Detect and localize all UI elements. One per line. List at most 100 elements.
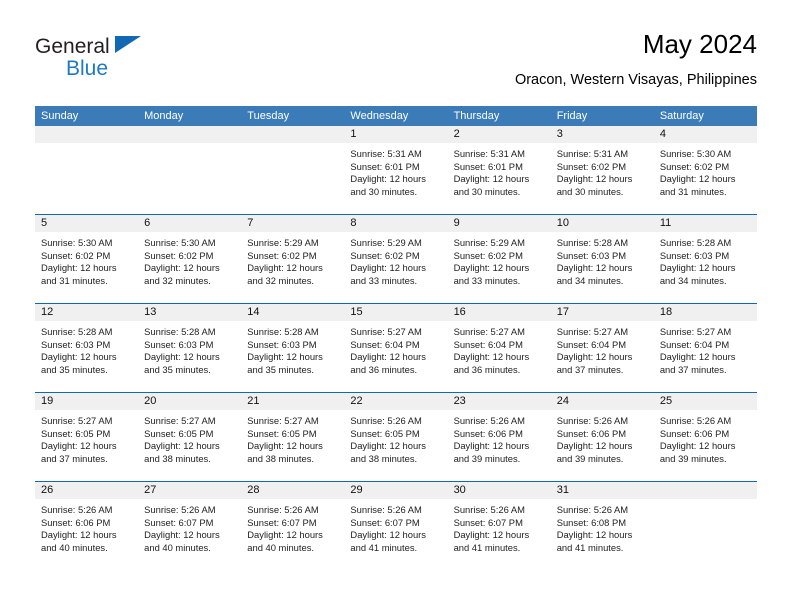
day-daylight-text: Daylight: 12 hours	[453, 440, 530, 452]
calendar-day-cell[interactable]: 30 Sunrise: 5:26 AM Sunset: 6:07 PM Dayligh…	[447, 482, 551, 570]
day-number: 1	[344, 126, 448, 143]
day-number	[35, 126, 139, 143]
calendar-day-cell[interactable]: 19 Sunrise: 5:27 AM Sunset: 6:05 PM Dayligh…	[35, 393, 139, 481]
day-number	[241, 126, 345, 143]
calendar-day-cell[interactable]: 7 Sunrise: 5:29 AM Sunset: 6:02 PM Daylight…	[241, 215, 345, 303]
day-number: 29	[344, 482, 448, 499]
calendar-day-cell[interactable]: 12 Sunrise: 5:28 AM Sunset: 6:03 PM Dayligh…	[35, 304, 139, 392]
day-sun-info: Sunrise: 5:27 AM Sunset: 6:04 PM Daylight:…	[344, 321, 447, 376]
calendar-day-cell[interactable]: 24 Sunrise: 5:26 AM Sunset: 6:06 PM Dayligh…	[550, 393, 654, 481]
day-sunrise-text: Sunrise: 5:28 AM	[556, 237, 629, 248]
calendar-day-cell[interactable]: 11 Sunrise: 5:28 AM Sunset: 6:03 PM Dayligh…	[653, 215, 757, 303]
day-sun-info: Sunrise: 5:31 AM Sunset: 6:01 PM Daylight:…	[448, 143, 551, 198]
calendar-day-cell[interactable]: 15 Sunrise: 5:27 AM Sunset: 6:04 PM Dayligh…	[344, 304, 448, 392]
day-daylight-text: and 41 minutes.	[453, 541, 521, 553]
brand-name-blue: Blue	[66, 57, 109, 80]
day-daylight-text: and 33 minutes.	[453, 274, 521, 286]
day-daylight-text: and 36 minutes.	[350, 363, 418, 375]
calendar-weeks: 1 Sunrise: 5:31 AM Sunset: 6:01 PM Daylight…	[35, 126, 757, 570]
calendar-day-cell[interactable]: 20 Sunrise: 5:27 AM Sunset: 6:05 PM Dayligh…	[138, 393, 242, 481]
day-number: 8	[344, 215, 448, 232]
calendar-day-cell[interactable]: 5 Sunrise: 5:30 AM Sunset: 6:02 PM Daylight…	[35, 215, 139, 303]
day-daylight-text: Daylight: 12 hours	[556, 262, 633, 274]
day-number: 14	[241, 304, 345, 321]
day-sunset-text: Sunset: 6:08 PM	[556, 516, 627, 528]
calendar-day-cell[interactable]: 25 Sunrise: 5:26 AM Sunset: 6:06 PM Dayligh…	[653, 393, 757, 481]
day-daylight-text: and 32 minutes.	[144, 274, 211, 286]
calendar-day-cell[interactable]: 1 Sunrise: 5:31 AM Sunset: 6:01 PM Daylight…	[344, 126, 448, 214]
day-daylight-text: and 30 minutes.	[453, 185, 521, 197]
day-sunset-text: Sunset: 6:05 PM	[144, 427, 214, 439]
day-number: 18	[653, 304, 757, 321]
calendar-week-row: 19 Sunrise: 5:27 AM Sunset: 6:05 PM Dayligh…	[35, 392, 757, 481]
day-sun-info: Sunrise: 5:26 AM Sunset: 6:05 PM Daylight:…	[344, 410, 447, 465]
day-sunrise-text: Sunrise: 5:26 AM	[556, 504, 629, 515]
day-sunset-text: Sunset: 6:02 PM	[556, 160, 627, 172]
day-number	[653, 482, 757, 499]
calendar-day-cell[interactable]: 27 Sunrise: 5:26 AM Sunset: 6:07 PM Dayligh…	[138, 482, 242, 570]
weekday-header-wednesday: Wednesday	[350, 110, 409, 122]
day-number: 22	[344, 393, 448, 410]
calendar-day-cell[interactable]: 18 Sunrise: 5:27 AM Sunset: 6:04 PM Dayligh…	[653, 304, 757, 392]
calendar-week-row: 1 Sunrise: 5:31 AM Sunset: 6:01 PM Daylight…	[35, 126, 757, 214]
day-number: 5	[35, 215, 139, 232]
calendar-day-cell[interactable]: 28 Sunrise: 5:26 AM Sunset: 6:07 PM Dayligh…	[241, 482, 345, 570]
day-sun-info: Sunrise: 5:26 AM Sunset: 6:08 PM Daylight:…	[551, 499, 654, 554]
calendar-day-cell[interactable]: 8 Sunrise: 5:29 AM Sunset: 6:02 PM Daylight…	[344, 215, 448, 303]
calendar-day-cell[interactable]: 16 Sunrise: 5:27 AM Sunset: 6:04 PM Dayligh…	[447, 304, 551, 392]
calendar-day-cell[interactable]: 23 Sunrise: 5:26 AM Sunset: 6:06 PM Dayligh…	[447, 393, 551, 481]
day-daylight-text: and 35 minutes.	[144, 363, 211, 375]
calendar-day-cell-empty	[653, 482, 757, 570]
calendar-day-cell-empty	[241, 126, 345, 214]
calendar-day-cell[interactable]: 26 Sunrise: 5:26 AM Sunset: 6:06 PM Dayligh…	[35, 482, 139, 570]
calendar-day-cell[interactable]: 9 Sunrise: 5:29 AM Sunset: 6:02 PM Daylight…	[447, 215, 551, 303]
calendar-day-cell[interactable]: 4 Sunrise: 5:30 AM Sunset: 6:02 PM Daylight…	[653, 126, 757, 214]
calendar-day-cell[interactable]: 3 Sunrise: 5:31 AM Sunset: 6:02 PM Daylight…	[550, 126, 654, 214]
day-sun-info: Sunrise: 5:26 AM Sunset: 6:07 PM Daylight:…	[344, 499, 447, 554]
calendar-week-row: 26 Sunrise: 5:26 AM Sunset: 6:06 PM Dayligh…	[35, 481, 757, 570]
day-sun-info: Sunrise: 5:28 AM Sunset: 6:03 PM Daylight:…	[551, 232, 654, 287]
day-daylight-text: Daylight: 12 hours	[556, 529, 633, 541]
day-sunset-text: Sunset: 6:03 PM	[144, 338, 214, 350]
weekday-header-friday: Friday	[556, 110, 588, 122]
calendar-day-cell[interactable]: 17 Sunrise: 5:27 AM Sunset: 6:04 PM Dayligh…	[550, 304, 654, 392]
weekday-header-sunday: Sunday	[41, 110, 79, 122]
day-sunset-text: Sunset: 6:07 PM	[247, 516, 317, 528]
day-sun-info: Sunrise: 5:26 AM Sunset: 6:07 PM Daylight:…	[138, 499, 241, 554]
calendar-day-cell[interactable]: 6 Sunrise: 5:30 AM Sunset: 6:02 PM Daylight…	[138, 215, 242, 303]
calendar-day-cell[interactable]: 2 Sunrise: 5:31 AM Sunset: 6:01 PM Daylight…	[447, 126, 551, 214]
calendar-day-cell[interactable]: 14 Sunrise: 5:28 AM Sunset: 6:03 PM Dayligh…	[241, 304, 345, 392]
day-daylight-text: and 35 minutes.	[247, 363, 314, 375]
day-daylight-text: and 38 minutes.	[144, 452, 211, 464]
day-sunrise-text: Sunrise: 5:27 AM	[453, 326, 525, 337]
day-daylight-text: and 37 minutes.	[659, 363, 727, 375]
day-sunrise-text: Sunrise: 5:30 AM	[659, 148, 732, 159]
day-sunset-text: Sunset: 6:05 PM	[350, 427, 420, 439]
day-daylight-text: and 34 minutes.	[556, 274, 624, 286]
day-sunrise-text: Sunrise: 5:26 AM	[247, 504, 319, 515]
calendar-day-cell[interactable]: 31 Sunrise: 5:26 AM Sunset: 6:08 PM Dayligh…	[550, 482, 654, 570]
day-sunset-text: Sunset: 6:02 PM	[453, 249, 523, 261]
day-daylight-text: Daylight: 12 hours	[350, 262, 426, 274]
calendar-day-cell[interactable]: 13 Sunrise: 5:28 AM Sunset: 6:03 PM Dayligh…	[138, 304, 242, 392]
calendar-day-cell[interactable]: 21 Sunrise: 5:27 AM Sunset: 6:05 PM Dayligh…	[241, 393, 345, 481]
day-daylight-text: Daylight: 12 hours	[247, 351, 323, 363]
day-sunrise-text: Sunrise: 5:29 AM	[247, 237, 319, 248]
day-number: 26	[35, 482, 139, 499]
day-daylight-text: and 35 minutes.	[41, 363, 108, 375]
weekday-header-row: Sunday Monday Tuesday Wednesday Thursday Frid…	[35, 106, 757, 126]
day-daylight-text: and 38 minutes.	[350, 452, 418, 464]
calendar-day-cell[interactable]: 22 Sunrise: 5:26 AM Sunset: 6:05 PM Dayligh…	[344, 393, 448, 481]
day-daylight-text: and 33 minutes.	[350, 274, 418, 286]
calendar-day-cell[interactable]: 10 Sunrise: 5:28 AM Sunset: 6:03 PM Dayligh…	[550, 215, 654, 303]
day-daylight-text: Daylight: 12 hours	[556, 351, 633, 363]
day-number: 4	[653, 126, 757, 143]
day-sunrise-text: Sunrise: 5:28 AM	[144, 326, 216, 337]
day-daylight-text: Daylight: 12 hours	[247, 262, 323, 274]
day-sunset-text: Sunset: 6:06 PM	[453, 427, 523, 439]
day-daylight-text: and 31 minutes.	[41, 274, 108, 286]
day-daylight-text: Daylight: 12 hours	[556, 173, 633, 185]
day-sunset-text: Sunset: 6:07 PM	[350, 516, 420, 528]
calendar-day-cell[interactable]: 29 Sunrise: 5:26 AM Sunset: 6:07 PM Dayligh…	[344, 482, 448, 570]
day-sunset-text: Sunset: 6:04 PM	[556, 338, 627, 350]
